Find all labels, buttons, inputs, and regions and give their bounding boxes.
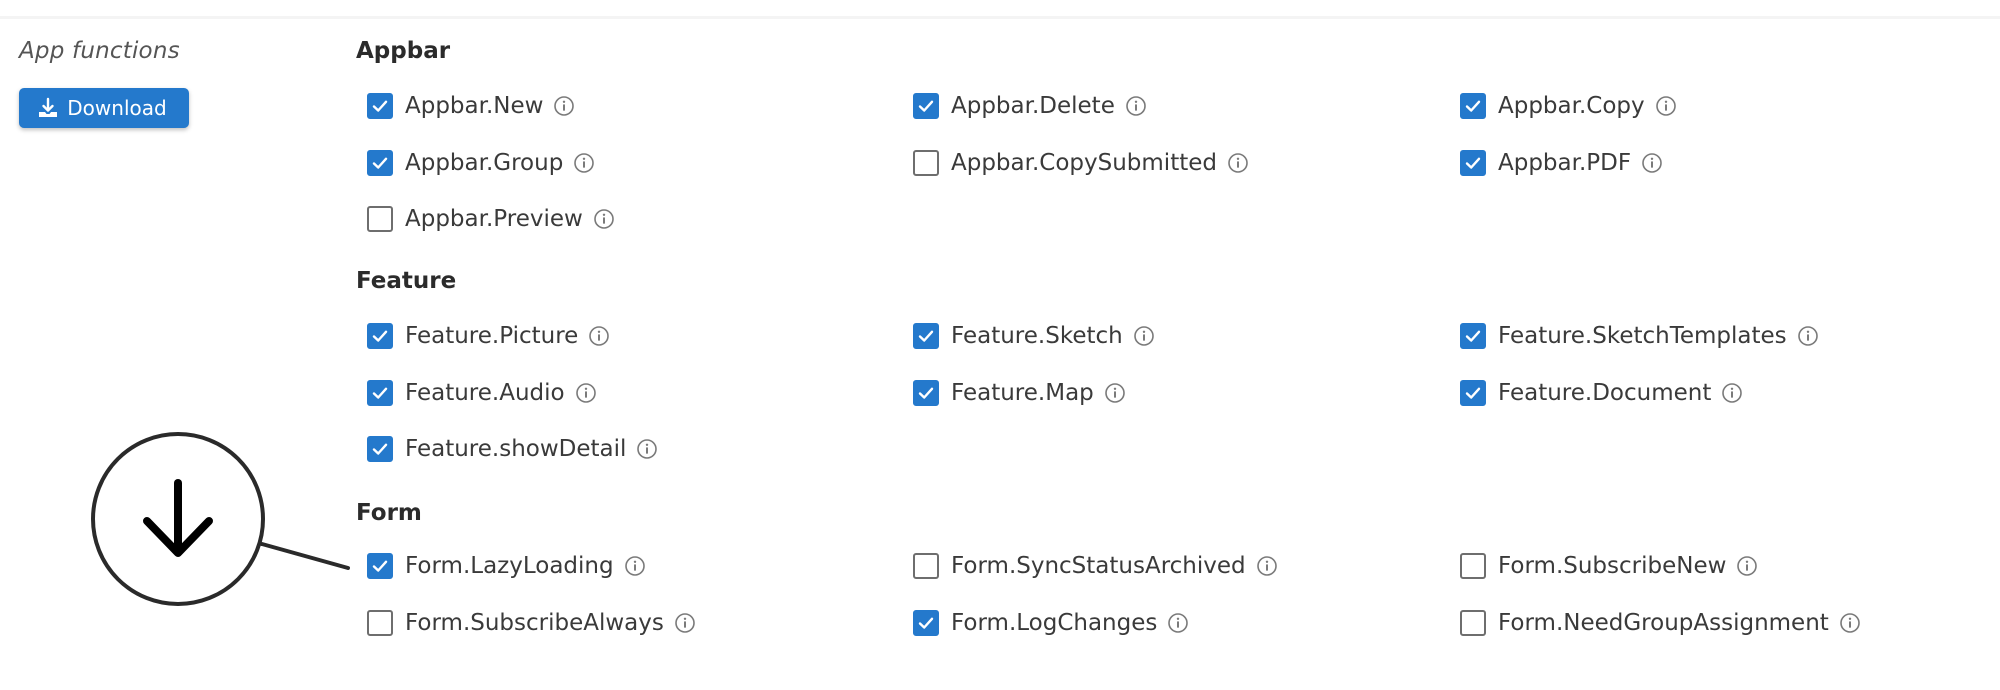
option-label: Appbar.Copy	[1498, 93, 1645, 119]
info-icon[interactable]	[1736, 555, 1758, 577]
checkbox[interactable]	[913, 150, 939, 176]
option-label: Form.NeedGroupAssignment	[1498, 610, 1829, 636]
info-icon[interactable]	[624, 555, 646, 577]
checkmark-icon	[1465, 330, 1481, 342]
info-icon[interactable]	[636, 438, 658, 460]
option-feature-sketch[interactable]: Feature.Sketch	[913, 319, 1155, 353]
info-icon[interactable]	[1655, 95, 1677, 117]
option-feature-audio[interactable]: Feature.Audio	[367, 376, 597, 410]
info-icon[interactable]	[1797, 325, 1819, 347]
option-label: Form.SubscribeAlways	[405, 610, 664, 636]
option-appbar-copysubmitted[interactable]: Appbar.CopySubmitted	[913, 146, 1249, 180]
info-icon[interactable]	[1125, 95, 1147, 117]
info-icon[interactable]	[1839, 612, 1861, 634]
option-form-logchanges[interactable]: Form.LogChanges	[913, 606, 1189, 640]
option-feature-picture[interactable]: Feature.Picture	[367, 319, 610, 353]
checkmark-icon	[918, 330, 934, 342]
info-icon[interactable]	[1227, 152, 1249, 174]
option-feature-document[interactable]: Feature.Document	[1460, 376, 1743, 410]
checkbox[interactable]	[913, 93, 939, 119]
option-appbar-preview[interactable]: Appbar.Preview	[367, 202, 615, 236]
option-label: Feature.Audio	[405, 380, 565, 406]
callout-annotation	[91, 432, 350, 606]
checkmark-icon	[918, 100, 934, 112]
option-form-lazyloading[interactable]: Form.LazyLoading	[367, 549, 646, 583]
info-icon[interactable]	[1133, 325, 1155, 347]
option-label: Appbar.Preview	[405, 206, 583, 232]
checkbox[interactable]	[1460, 553, 1486, 579]
option-label: Appbar.PDF	[1498, 150, 1632, 176]
checkmark-icon	[1465, 387, 1481, 399]
info-icon[interactable]	[1641, 152, 1663, 174]
option-appbar-delete[interactable]: Appbar.Delete	[913, 89, 1147, 123]
option-label: Appbar.New	[405, 93, 544, 119]
option-label: Feature.showDetail	[405, 436, 627, 462]
option-label: Form.SyncStatusArchived	[951, 553, 1246, 579]
info-icon[interactable]	[588, 325, 610, 347]
info-icon[interactable]	[1104, 382, 1126, 404]
info-icon[interactable]	[573, 152, 595, 174]
option-label: Form.LogChanges	[951, 610, 1158, 636]
callout-pointer-line	[260, 542, 350, 570]
info-icon[interactable]	[575, 382, 597, 404]
checkbox[interactable]	[1460, 610, 1486, 636]
option-label: Form.SubscribeNew	[1498, 553, 1727, 579]
option-feature-sketchtemplates[interactable]: Feature.SketchTemplates	[1460, 319, 1819, 353]
checkbox[interactable]	[1460, 380, 1486, 406]
option-form-needgroupassignment[interactable]: Form.NeedGroupAssignment	[1460, 606, 1861, 640]
info-icon[interactable]	[1256, 555, 1278, 577]
option-label: Feature.Document	[1498, 380, 1712, 406]
checkbox[interactable]	[913, 380, 939, 406]
checkbox[interactable]	[1460, 323, 1486, 349]
option-appbar-copy[interactable]: Appbar.Copy	[1460, 89, 1677, 123]
checkbox[interactable]	[1460, 93, 1486, 119]
checkmark-icon	[1465, 100, 1481, 112]
checkmark-icon	[918, 617, 934, 629]
option-label: Feature.Picture	[405, 323, 579, 349]
option-form-subscribealways[interactable]: Form.SubscribeAlways	[367, 606, 696, 640]
info-icon[interactable]	[674, 612, 696, 634]
checkmark-icon	[1465, 157, 1481, 169]
checkbox[interactable]	[913, 323, 939, 349]
info-icon[interactable]	[1721, 382, 1743, 404]
option-label: Appbar.Delete	[951, 93, 1115, 119]
checkbox[interactable]	[913, 553, 939, 579]
option-feature-showdetail[interactable]: Feature.showDetail	[367, 432, 658, 466]
option-appbar-pdf[interactable]: Appbar.PDF	[1460, 146, 1663, 180]
option-label: Appbar.CopySubmitted	[951, 150, 1217, 176]
option-label: Feature.Sketch	[951, 323, 1123, 349]
option-feature-map[interactable]: Feature.Map	[913, 376, 1126, 410]
info-icon[interactable]	[593, 208, 615, 230]
checkbox[interactable]	[1460, 150, 1486, 176]
checkbox[interactable]	[913, 610, 939, 636]
option-label: Feature.Map	[951, 380, 1094, 406]
option-form-subscribenew[interactable]: Form.SubscribeNew	[1460, 549, 1758, 583]
checkmark-icon	[918, 387, 934, 399]
option-appbar-group[interactable]: Appbar.Group	[367, 146, 595, 180]
option-label: Form.LazyLoading	[405, 553, 614, 579]
option-label: Feature.SketchTemplates	[1498, 323, 1787, 349]
info-icon[interactable]	[1167, 612, 1189, 634]
option-form-syncstatusarchived[interactable]: Form.SyncStatusArchived	[913, 549, 1278, 583]
info-icon[interactable]	[553, 95, 575, 117]
option-label: Appbar.Group	[405, 150, 564, 176]
